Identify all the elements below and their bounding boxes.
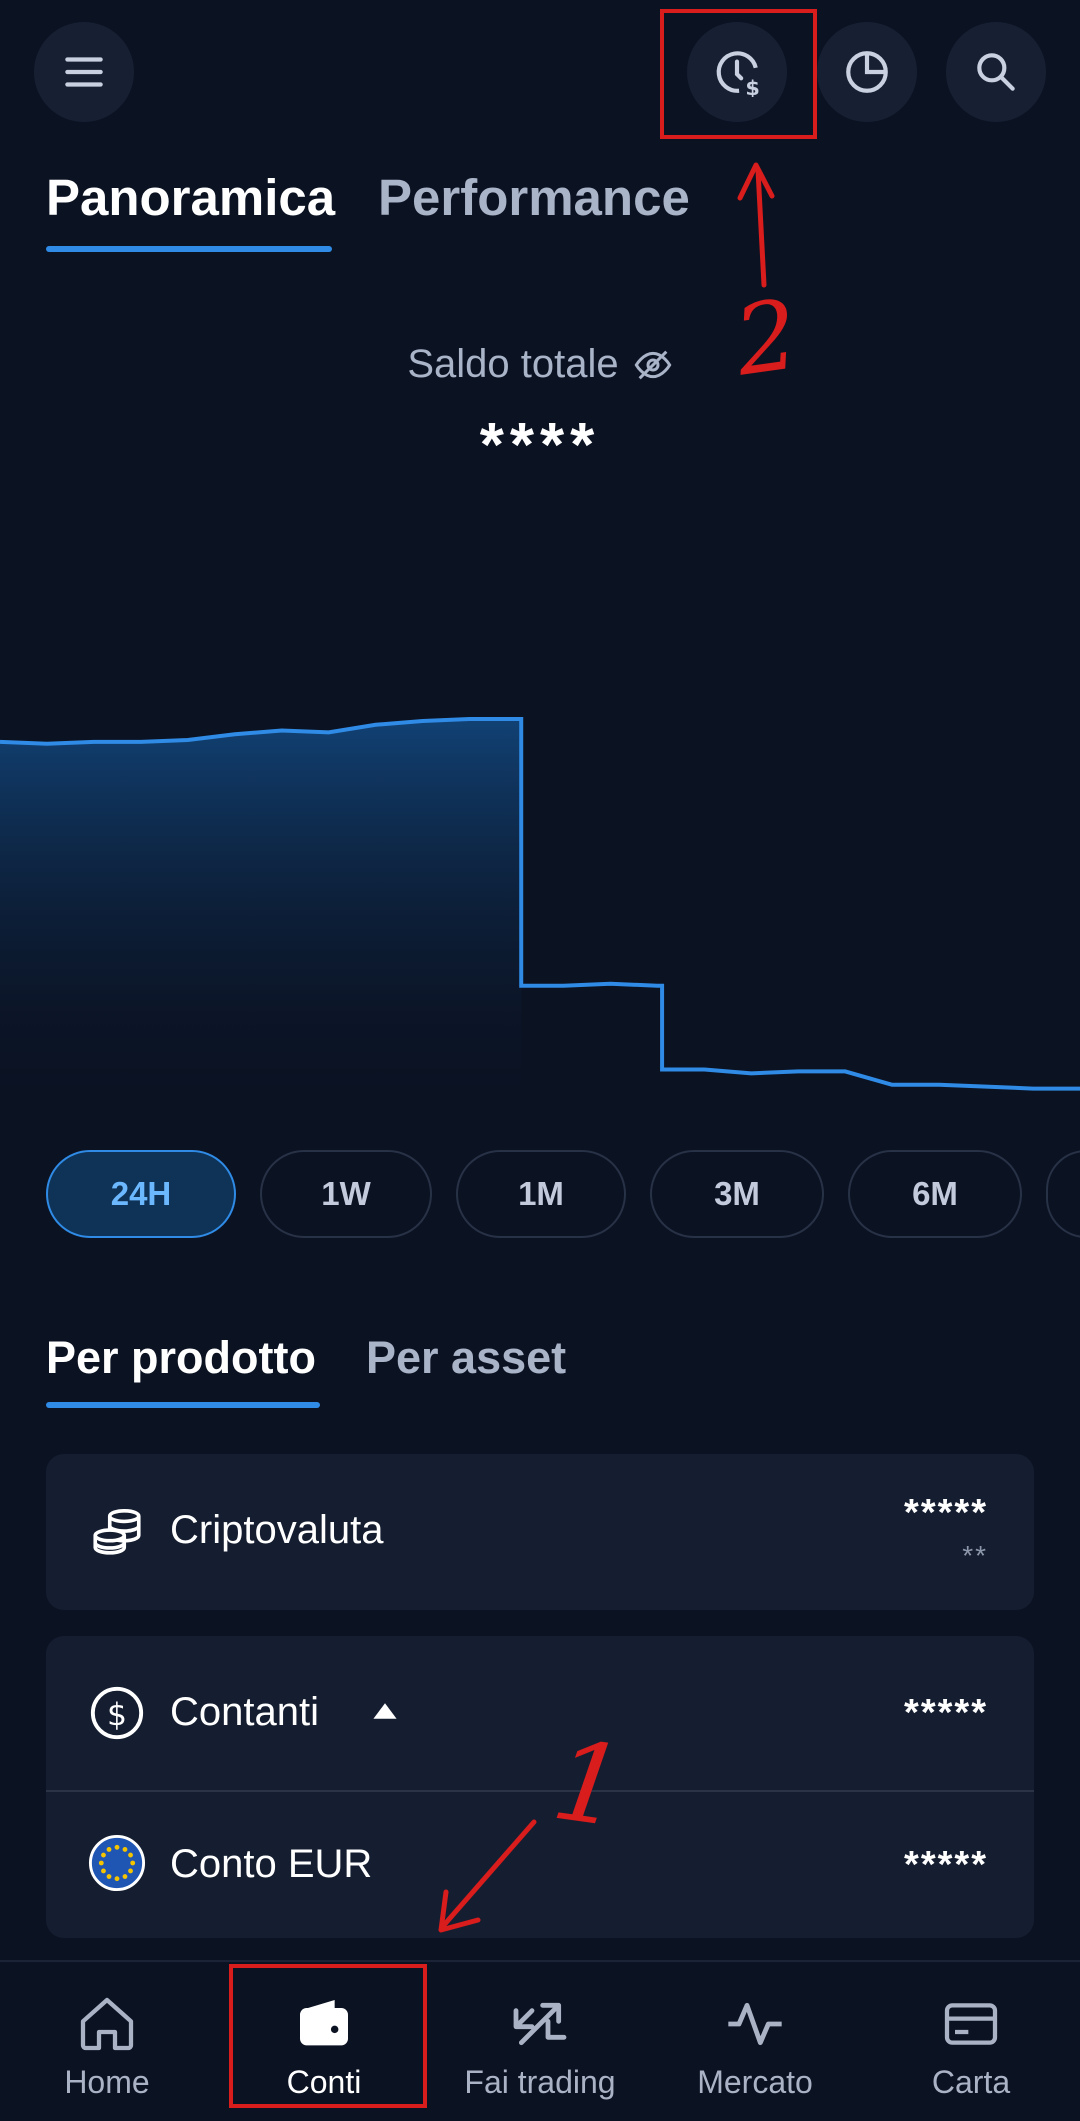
- range-1m[interactable]: 1M: [456, 1150, 626, 1238]
- search-icon: [977, 53, 1015, 91]
- card-icon: [944, 2003, 998, 2045]
- hamburger-icon: [65, 57, 103, 87]
- annotation-box-1: [229, 1964, 427, 2108]
- balance-value: ****: [479, 411, 601, 480]
- product-card-cash: $ Contanti ***** Conto EUR *****: [46, 1636, 1034, 1938]
- eur-account-row[interactable]: Conto EUR *****: [46, 1792, 1034, 1938]
- nav-home[interactable]: Home: [12, 1962, 202, 2121]
- home-icon: [80, 1997, 134, 2051]
- nav-carta[interactable]: Carta: [876, 1962, 1066, 2121]
- tab-panoramica[interactable]: Panoramica: [46, 168, 335, 227]
- cash-row[interactable]: $ Contanti *****: [46, 1636, 1034, 1790]
- dollar-circle-icon: $: [90, 1686, 144, 1740]
- range-3m[interactable]: 3M: [650, 1150, 824, 1238]
- search-button[interactable]: [946, 22, 1046, 122]
- crypto-label: Criptovaluta: [170, 1508, 384, 1552]
- crypto-subvalue: **: [962, 1540, 988, 1571]
- tab-performance[interactable]: Performance: [378, 168, 690, 227]
- range-6m[interactable]: 6M: [848, 1150, 1022, 1238]
- nav-carta-label: Carta: [931, 2064, 1011, 2100]
- product-card-crypto[interactable]: Criptovaluta ***** **: [46, 1454, 1034, 1610]
- eur-label: Conto EUR: [170, 1842, 373, 1886]
- crypto-value: *****: [904, 1492, 988, 1534]
- nav-mercato-label: Mercato: [697, 2064, 813, 2100]
- nav-fai-trading[interactable]: Fai trading: [445, 1962, 635, 2121]
- range-1w[interactable]: 1W: [260, 1150, 432, 1238]
- trade-arrows-icon: [513, 2002, 567, 2046]
- bottom-nav: Home Conti Fai trading Mercato Carta: [0, 1960, 1080, 2121]
- range-24h[interactable]: 24H: [46, 1150, 236, 1238]
- balance-label-row: Saldo totale: [0, 342, 1080, 387]
- menu-button[interactable]: [34, 22, 134, 122]
- pie-chart-icon: [846, 51, 888, 93]
- cash-value: *****: [904, 1692, 988, 1734]
- eur-value: *****: [904, 1844, 988, 1886]
- nav-mercato[interactable]: Mercato: [660, 1962, 850, 2121]
- portfolio-button[interactable]: [817, 22, 917, 122]
- annotation-box-2: [660, 9, 817, 139]
- tab-per-prodotto[interactable]: Per prodotto: [46, 1332, 316, 1384]
- balance-label: Saldo totale: [407, 342, 619, 386]
- tab-underline: [46, 246, 332, 252]
- coins-icon: [93, 1508, 141, 1555]
- range-more[interactable]: [1046, 1150, 1080, 1238]
- cash-label: Contanti: [170, 1690, 319, 1734]
- eye-off-icon[interactable]: [633, 345, 673, 385]
- section-tab-underline: [46, 1402, 320, 1408]
- svg-text:$: $: [107, 1697, 127, 1733]
- chart-area: [0, 719, 522, 1120]
- activity-icon: [728, 2002, 782, 2046]
- triangle-up-icon[interactable]: [372, 1702, 398, 1720]
- eu-flag-icon: [88, 1834, 146, 1892]
- nav-home-label: Home: [64, 2064, 150, 2100]
- tab-per-asset[interactable]: Per asset: [366, 1332, 566, 1384]
- balance-chart[interactable]: [0, 680, 1080, 1120]
- nav-fai-trading-label: Fai trading: [464, 2064, 616, 2100]
